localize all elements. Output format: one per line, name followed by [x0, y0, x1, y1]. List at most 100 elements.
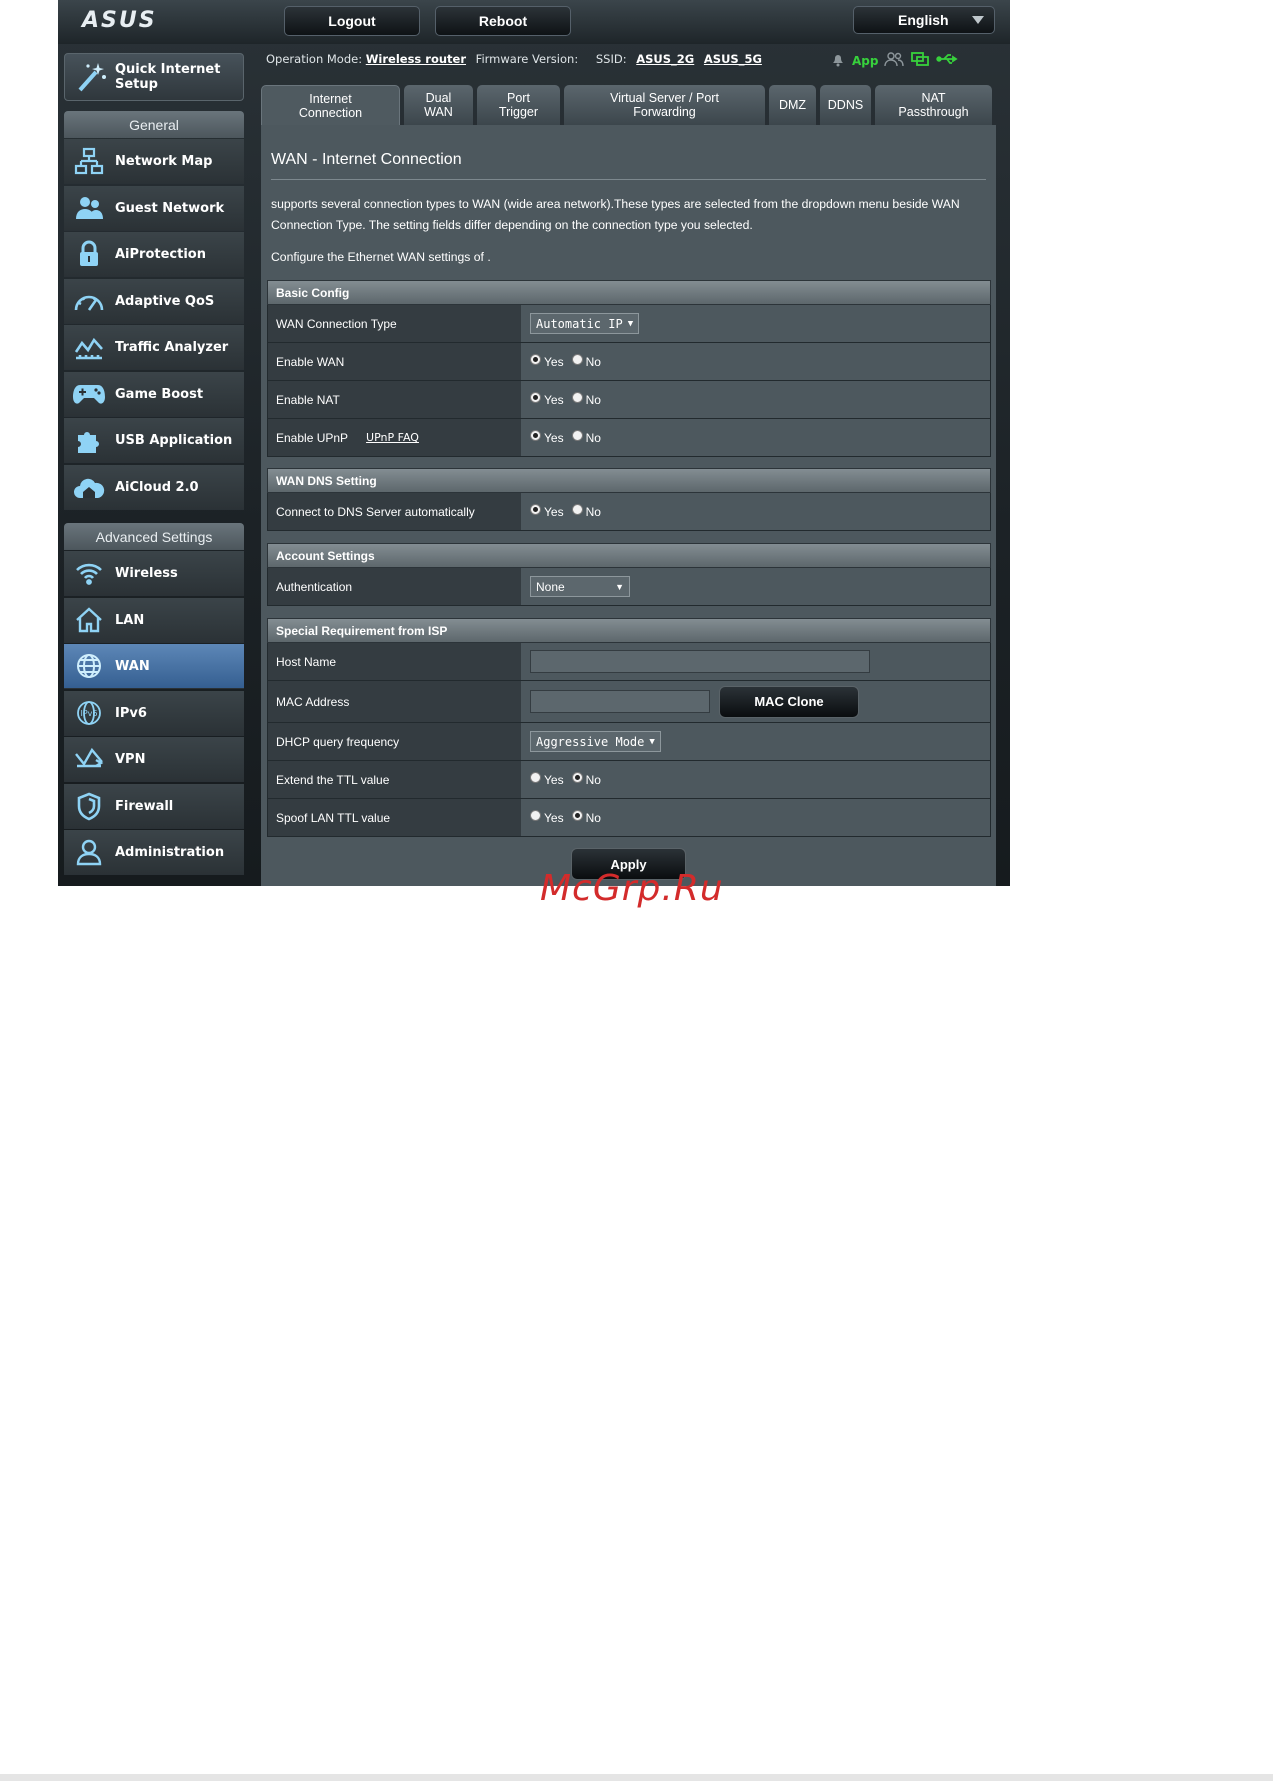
dhcp-query-row: DHCP query frequency Aggressive Mode ▼	[267, 723, 991, 761]
enable-nat-no-radio[interactable]	[571, 392, 583, 403]
language-select[interactable]: English	[853, 6, 995, 34]
auto-dns-yes-radio[interactable]	[530, 504, 541, 515]
menu-guest-network[interactable]: Guest Network	[64, 186, 244, 231]
ssid-label: SSID:	[595, 52, 627, 66]
select-value: Automatic IP	[536, 316, 623, 331]
network-status-icon[interactable]	[910, 51, 930, 72]
operation-mode-label: Operation Mode:	[266, 52, 363, 66]
menu-label: VPN	[115, 751, 146, 767]
enable-upnp-no-radio[interactable]	[571, 430, 583, 441]
lock-icon	[72, 237, 106, 271]
menu-aiprotection[interactable]: AiProtection	[64, 232, 244, 277]
radio-yes-label: Yes	[544, 504, 564, 519]
basic-config-header: Basic Config	[267, 280, 991, 305]
menu-vpn[interactable]: VPN	[64, 737, 244, 782]
mac-address-row: MAC Address MAC Clone	[267, 681, 991, 723]
dhcp-query-label: DHCP query frequency	[268, 723, 521, 760]
quick-setup-label: Quick Internet Setup	[115, 62, 221, 92]
tab-internet-connection[interactable]: Internet Connection	[261, 85, 400, 125]
upnp-faq-link[interactable]: UPnP FAQ	[366, 431, 419, 444]
tab-nat-passthrough[interactable]: NAT Passthrough	[875, 85, 992, 125]
reboot-button[interactable]: Reboot	[435, 6, 571, 36]
usb-icon[interactable]	[936, 51, 959, 72]
dropdown-arrow-icon: ▼	[627, 318, 634, 329]
auto-dns-no-radio[interactable]	[571, 504, 583, 515]
tab-virtual-server[interactable]: Virtual Server / Port Forwarding	[564, 85, 765, 125]
tab-dual-wan[interactable]: Dual WAN	[404, 85, 473, 125]
asus-logo: ASUS	[82, 8, 157, 33]
quick-internet-setup-button[interactable]: Quick Internet Setup	[64, 53, 244, 101]
spoof-ttl-row: Spoof LAN TTL value Yes No	[267, 799, 991, 837]
chevron-down-icon	[972, 16, 984, 24]
menu-lan[interactable]: LAN	[64, 598, 244, 643]
ssid-2g-link[interactable]: ASUS_2G	[636, 52, 694, 66]
radio-yes-label: Yes	[544, 810, 564, 825]
svg-text:IPv6: IPv6	[80, 709, 97, 718]
globe-icon	[72, 649, 106, 683]
menu-administration[interactable]: Administration	[64, 830, 244, 875]
puzzle-icon	[72, 423, 106, 457]
authentication-select[interactable]: None ▼	[530, 576, 630, 597]
enable-upnp-yes-radio[interactable]	[530, 430, 541, 441]
clients-icon[interactable]	[884, 51, 905, 72]
wan-connection-type-label: WAN Connection Type	[268, 305, 521, 342]
app-link[interactable]: App	[852, 54, 878, 68]
dhcp-query-select[interactable]: Aggressive Mode ▼	[530, 731, 661, 752]
auto-dns-label: Connect to DNS Server automatically	[268, 493, 521, 530]
menu-game-boost[interactable]: Game Boost	[64, 372, 244, 417]
select-value: Aggressive Mode	[536, 734, 645, 749]
menu-wireless[interactable]: Wireless	[64, 551, 244, 596]
logout-button[interactable]: Logout	[284, 6, 420, 36]
tab-dmz[interactable]: DMZ	[769, 85, 816, 125]
menu-wan[interactable]: WAN	[64, 644, 244, 689]
home-icon	[72, 603, 106, 637]
menu-label: LAN	[115, 612, 145, 628]
extend-ttl-row: Extend the TTL value Yes No	[267, 761, 991, 799]
mac-address-input[interactable]	[530, 690, 710, 713]
dropdown-arrow-icon: ▼	[615, 581, 624, 592]
menu-aicloud[interactable]: AiCloud 2.0	[64, 465, 244, 510]
enable-upnp-row: Enable UPnP UPnP FAQ Yes No	[267, 419, 991, 457]
status-icons: App	[830, 51, 1010, 72]
tab-ddns[interactable]: DDNS	[820, 85, 871, 125]
operation-mode-link[interactable]: Wireless router	[366, 52, 466, 66]
radio-no-label: No	[585, 504, 601, 519]
tab-port-trigger[interactable]: Port Trigger	[477, 85, 560, 125]
guest-network-icon	[72, 191, 106, 225]
menu-label: Game Boost	[115, 386, 204, 402]
enable-wan-yes-radio[interactable]	[530, 354, 541, 365]
authentication-row: Authentication None ▼	[267, 568, 991, 606]
menu-adaptive-qos[interactable]: Adaptive QoS	[64, 279, 244, 324]
menu-label: Wireless	[115, 565, 178, 581]
ipv6-globe-icon: IPv6	[72, 696, 106, 730]
menu-ipv6[interactable]: IPv6 IPv6	[64, 691, 244, 736]
spoof-ttl-label: Spoof LAN TTL value	[268, 799, 521, 836]
extend-ttl-no-radio[interactable]	[571, 772, 583, 783]
enable-nat-yes-radio[interactable]	[530, 392, 541, 403]
notification-bell-icon[interactable]	[830, 51, 846, 72]
menu-label: USB Application	[115, 432, 233, 448]
cloud-home-icon	[72, 470, 106, 504]
menu-firewall[interactable]: Firewall	[64, 784, 244, 829]
menu-label: Adaptive QoS	[115, 293, 215, 309]
menu-traffic-analyzer[interactable]: Traffic Analyzer	[64, 325, 244, 370]
menu-usb-application[interactable]: USB Application	[64, 418, 244, 463]
router-admin-ui: ASUS Logout Reboot English Quick Interne…	[58, 0, 1010, 886]
host-name-input[interactable]	[530, 650, 870, 673]
mac-clone-button[interactable]: MAC Clone	[719, 685, 859, 718]
wan-connection-type-select[interactable]: Automatic IP ▼	[530, 313, 640, 334]
extend-ttl-yes-radio[interactable]	[530, 772, 541, 783]
select-value: None	[536, 579, 565, 594]
menu-label: IPv6	[115, 705, 147, 721]
gauge-icon	[72, 284, 106, 318]
spoof-ttl-yes-radio[interactable]	[530, 810, 541, 821]
enable-wan-no-radio[interactable]	[571, 354, 583, 365]
enable-wan-row: Enable WAN Yes No	[267, 343, 991, 381]
ssid-5g-link[interactable]: ASUS_5G	[704, 52, 762, 66]
network-map-icon	[72, 144, 106, 178]
radio-no-label: No	[585, 392, 601, 407]
menu-network-map[interactable]: Network Map	[64, 139, 244, 184]
spoof-ttl-no-radio[interactable]	[571, 810, 583, 821]
advanced-settings-header: Advanced Settings	[64, 523, 244, 550]
extend-ttl-label: Extend the TTL value	[268, 761, 521, 798]
